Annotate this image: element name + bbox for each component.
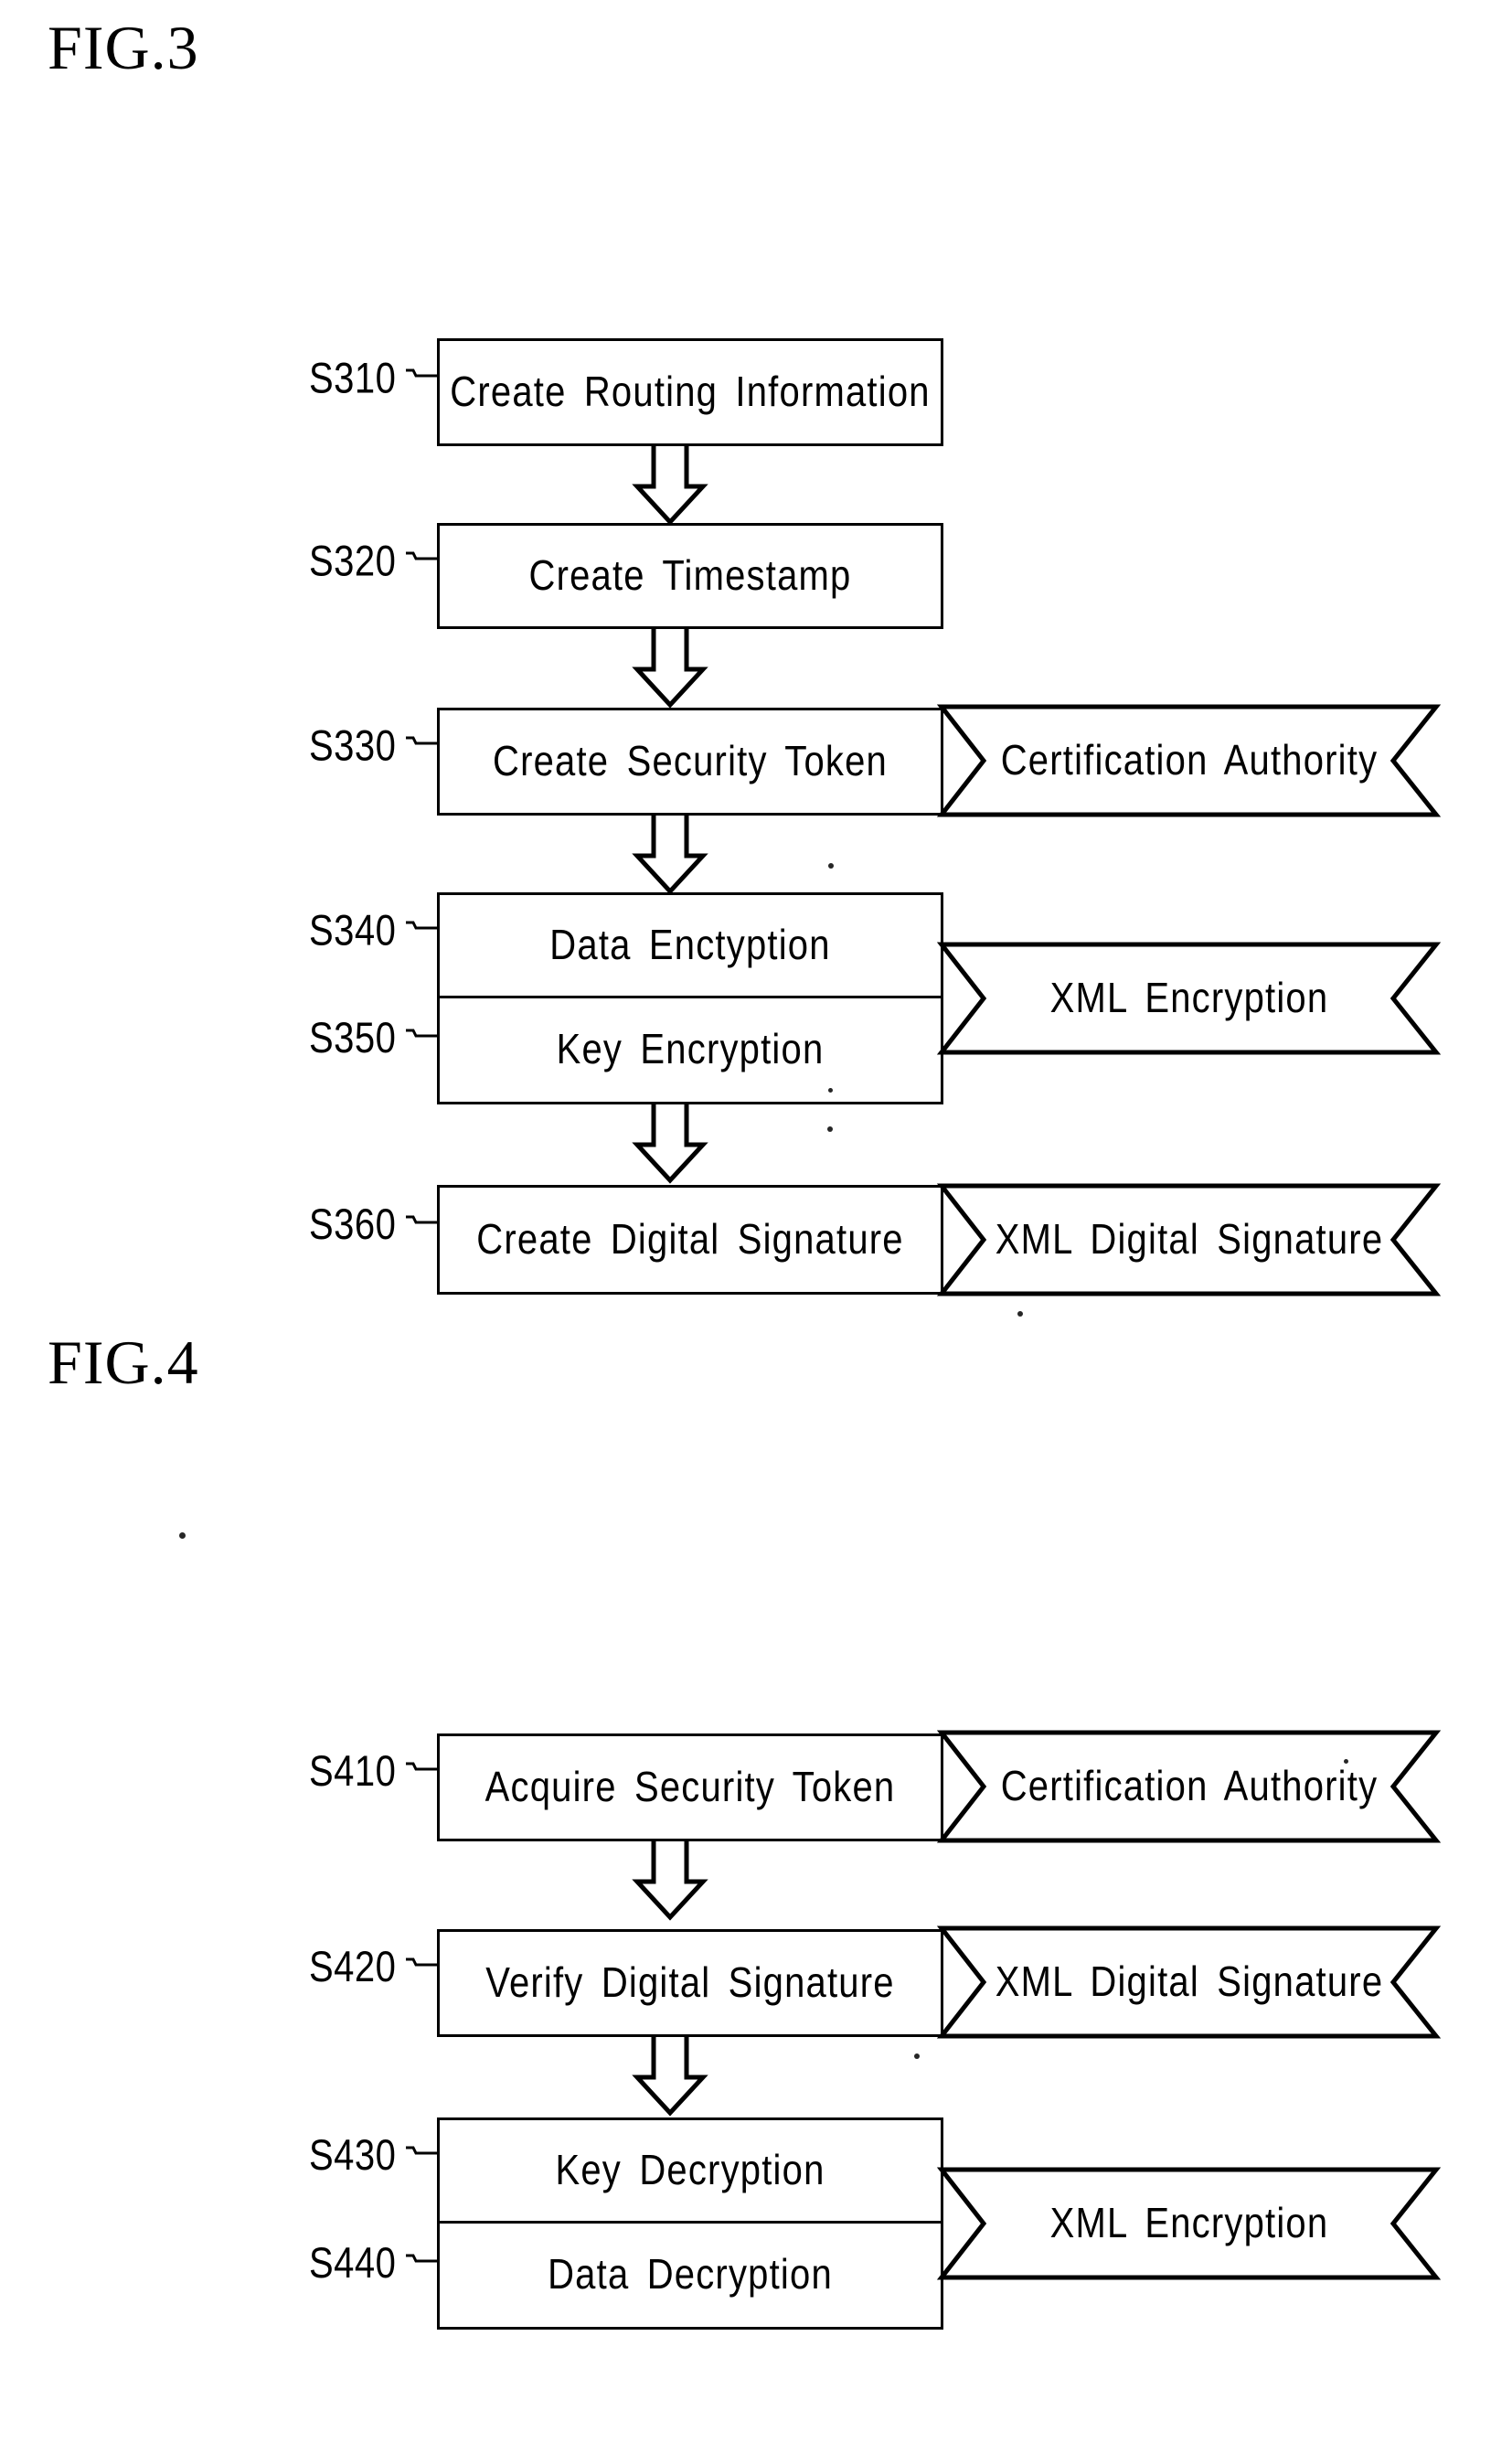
- leader-tick-s310-icon: [406, 368, 441, 380]
- step-label-s420: S420: [309, 1943, 397, 1991]
- banner-xml-encryption-fig3[interactable]: XML Encryption: [936, 942, 1442, 1055]
- process-label-s340: Data Enctyption: [549, 921, 831, 968]
- leader-tick-s420-icon: [406, 1957, 441, 1969]
- flow-arrow-s350-s360-icon: [632, 1104, 708, 1184]
- process-label-s410: Acquire Security Token: [484, 1763, 896, 1810]
- figure-4: FIG.4 S410 Acquire Security Token Certif…: [0, 1234, 1512, 2464]
- scan-speck: [828, 863, 834, 869]
- flow-arrow-s320-s330-icon: [632, 629, 708, 709]
- process-label-s320: Create Timestamp: [528, 551, 852, 599]
- leader-tick-s440-icon: [406, 2253, 441, 2266]
- flow-arrow-s420-s430-icon: [632, 2037, 708, 2117]
- leader-tick-s340-icon: [406, 920, 441, 933]
- process-label-s310: Create Routing Information: [450, 368, 931, 415]
- process-box-s340-s350[interactable]: Data Enctyption Key Encryption: [437, 892, 943, 1104]
- scan-speck: [179, 1532, 186, 1539]
- scan-speck: [828, 1088, 833, 1093]
- process-box-s330[interactable]: Create Security Token: [437, 708, 943, 816]
- process-row-s430[interactable]: Key Decryption: [440, 2120, 941, 2224]
- figure-3-flowchart: S310 Create Routing Information S320 Cre…: [0, 0, 1512, 1317]
- figure-4-flowchart: S410 Acquire Security Token Certificatio…: [0, 1234, 1512, 2464]
- step-label-s440: S440: [309, 2239, 397, 2288]
- figure-sheet: FIG.3 S310 Create Routing Information S3…: [0, 0, 1512, 2464]
- process-row-s420: Verify Digital Signature: [440, 1932, 941, 2034]
- leader-tick-s330-icon: [406, 735, 441, 748]
- process-row-s350[interactable]: Key Encryption: [440, 998, 941, 1102]
- leader-tick-s350-icon: [406, 1028, 441, 1040]
- banner-certification-authority-fig4[interactable]: Certification Authority: [936, 1730, 1442, 1843]
- leader-tick-s320-icon: [406, 550, 441, 563]
- process-row-s440[interactable]: Data Decryption: [440, 2224, 941, 2327]
- process-row-s410: Acquire Security Token: [440, 1736, 941, 1839]
- step-label-s410: S410: [309, 1747, 397, 1796]
- flow-arrow-s330-s340-icon: [632, 816, 708, 895]
- process-row-s330: Create Security Token: [440, 710, 941, 813]
- process-label-s430: Key Decryption: [555, 2146, 825, 2193]
- leader-tick-s410-icon: [406, 1761, 441, 1774]
- scan-speck: [1344, 1759, 1348, 1764]
- leader-tick-s360-icon: [406, 1214, 441, 1227]
- process-box-s320[interactable]: Create Timestamp: [437, 523, 943, 629]
- flow-arrow-s310-s320-icon: [632, 446, 708, 526]
- process-row-s320: Create Timestamp: [440, 526, 941, 626]
- banner-xml-digital-signature-fig4[interactable]: XML Digital Signature: [936, 1925, 1442, 2039]
- process-label-s350: Key Encryption: [556, 1026, 825, 1073]
- process-box-s410[interactable]: Acquire Security Token: [437, 1733, 943, 1841]
- flow-arrow-s410-s420-icon: [632, 1841, 708, 1921]
- scan-speck: [914, 2053, 920, 2059]
- process-label-s440: Data Decryption: [548, 2251, 833, 2299]
- step-label-s350: S350: [309, 1014, 397, 1062]
- banner-certification-authority-fig3[interactable]: Certification Authority: [936, 704, 1442, 817]
- process-box-s310[interactable]: Create Routing Information: [437, 338, 943, 446]
- step-label-s310: S310: [309, 354, 397, 402]
- process-row-s340[interactable]: Data Enctyption: [440, 895, 941, 998]
- scan-speck: [827, 1126, 833, 1132]
- step-label-s430: S430: [309, 2131, 397, 2180]
- step-label-s320: S320: [309, 537, 397, 585]
- process-label-s330: Create Security Token: [493, 737, 888, 784]
- leader-tick-s430-icon: [406, 2145, 441, 2158]
- process-box-s420[interactable]: Verify Digital Signature: [437, 1929, 943, 2037]
- process-box-s430-s440[interactable]: Key Decryption Data Decryption: [437, 2117, 943, 2330]
- process-row-s310: Create Routing Information: [440, 341, 941, 443]
- step-label-s340: S340: [309, 906, 397, 955]
- figure-3: FIG.3 S310 Create Routing Information S3…: [0, 0, 1512, 1317]
- process-label-s420: Verify Digital Signature: [485, 1958, 895, 2006]
- banner-xml-encryption-fig4[interactable]: XML Encryption: [936, 2167, 1442, 2280]
- step-label-s330: S330: [309, 721, 397, 770]
